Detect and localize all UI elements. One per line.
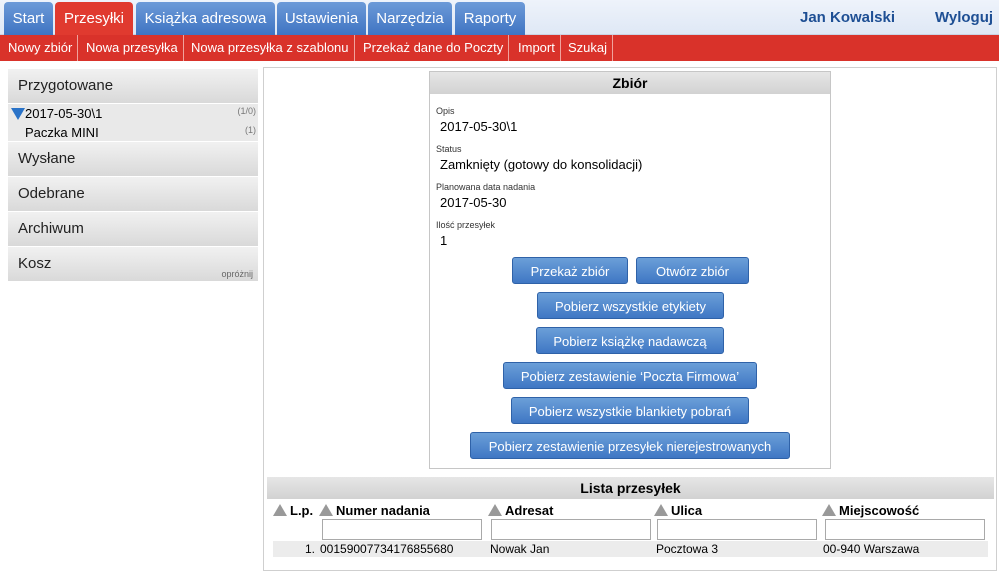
cell-numer[interactable]: 00159007734176855680 — [320, 542, 453, 556]
cell-ulica: Pocztowa 3 — [656, 542, 719, 556]
zbior-panel: Zbiór Opis 2017-05-30\1 Status Zamknięty… — [429, 71, 831, 469]
submenu-nowa-przesylka-z-szablonu[interactable]: Nowa przesyłka z szablonu — [186, 35, 355, 61]
opis-value: 2017-05-30\1 — [440, 119, 518, 134]
tree-item-zbior[interactable]: 2017-05-30\1 (1/0) — [8, 104, 258, 123]
pobierz-zestawienie-pf-button[interactable]: Pobierz zestawienie ‘Poczta Firmowa’ — [503, 362, 757, 389]
tree-item-label: 2017-05-30\1 — [25, 106, 103, 121]
empty-trash-link[interactable]: opróżnij — [221, 269, 253, 279]
sidebar-item-odebrane[interactable]: Odebrane — [8, 177, 258, 212]
pobierz-blankiety-button[interactable]: Pobierz wszystkie blankiety pobrań — [511, 397, 749, 424]
column-header-numer[interactable]: Numer nadania — [319, 503, 430, 518]
otworz-zbior-button[interactable]: Otwórz zbiór — [636, 257, 749, 284]
count-value: 1 — [440, 233, 448, 248]
status-label: Status — [436, 144, 462, 154]
tree-item-count: (1) — [245, 125, 256, 135]
pobierz-nierejestrowane-button[interactable]: Pobierz zestawienie przesyłek nierejestr… — [470, 432, 790, 459]
tree-item-label: Paczka MINI — [25, 125, 99, 140]
tab-narzedzia[interactable]: Narzędzia — [368, 2, 452, 35]
count-label: Ilość przesyłek — [436, 220, 496, 230]
shipment-list: Lista przesyłek L.p. Numer nadania Adres… — [267, 477, 994, 567]
submenu-szukaj[interactable]: Szukaj — [563, 35, 614, 61]
sort-icon[interactable] — [488, 504, 502, 516]
sort-icon[interactable] — [319, 504, 333, 516]
sidebar-item-przygotowane[interactable]: Przygotowane — [8, 69, 258, 104]
column-header-miejscowosc[interactable]: Miejscowość — [822, 503, 919, 518]
tab-raporty[interactable]: Raporty — [455, 2, 525, 35]
user-name[interactable]: Jan Kowalski — [800, 0, 895, 35]
planned-date-label: Planowana data nadania — [436, 182, 536, 192]
sidebar-item-archiwum[interactable]: Archiwum — [8, 212, 258, 247]
tree-item-count: (1/0) — [237, 106, 256, 116]
tab-przesylki[interactable]: Przesyłki — [55, 2, 133, 35]
submenu-import[interactable]: Import — [513, 35, 561, 61]
sub-menu: Nowy zbiór Nowa przesyłka Nowa przesyłka… — [0, 35, 999, 61]
tab-ustawienia[interactable]: Ustawienia — [277, 2, 366, 35]
cell-lp: 1. — [305, 542, 316, 556]
tree-item-paczka[interactable]: Paczka MINI (1) — [8, 123, 258, 142]
column-header-ulica[interactable]: Ulica — [654, 503, 702, 518]
submenu-nowy-zbior[interactable]: Nowy zbiór — [3, 35, 79, 61]
sidebar-item-wyslane[interactable]: Wysłane — [8, 142, 258, 177]
sidebar: Przygotowane 2017-05-30\1 (1/0) Paczka M… — [8, 69, 258, 282]
submenu-przekaz-dane[interactable]: Przekaż dane do Poczty — [358, 35, 510, 61]
top-navigation: Start Przesyłki Książka adresowa Ustawie… — [0, 0, 999, 35]
shipment-list-title: Lista przesyłek — [267, 477, 994, 499]
column-header-lp[interactable]: L.p. — [273, 503, 313, 518]
filter-adresat-input[interactable] — [491, 519, 651, 540]
column-header-adresat[interactable]: Adresat — [488, 503, 553, 518]
cell-adresat: Nowak Jan — [490, 542, 550, 556]
sort-icon[interactable] — [822, 504, 836, 516]
cell-miejscowosc: 00-940 Warszawa — [823, 542, 920, 556]
tab-start[interactable]: Start — [4, 2, 53, 35]
tab-ksiazka-adresowa[interactable]: Książka adresowa — [136, 2, 275, 35]
planned-date-value: 2017-05-30 — [440, 195, 507, 210]
filter-miejscowosc-input[interactable] — [825, 519, 985, 540]
filter-numer-input[interactable] — [322, 519, 482, 540]
status-value: Zamknięty (gotowy do konsolidacji) — [440, 157, 643, 172]
zbior-title: Zbiór — [430, 72, 830, 94]
przekaz-zbior-button[interactable]: Przekaż zbiór — [512, 257, 628, 284]
sort-icon[interactable] — [654, 504, 668, 516]
sort-icon[interactable] — [273, 504, 287, 516]
expand-triangle-icon[interactable] — [11, 108, 25, 120]
sidebar-item-label: Kosz — [18, 255, 52, 272]
logout-link[interactable]: Wyloguj — [935, 0, 993, 35]
submenu-nowa-przesylka[interactable]: Nowa przesyłka — [81, 35, 184, 61]
pobierz-etykiety-button[interactable]: Pobierz wszystkie etykiety — [537, 292, 724, 319]
filter-ulica-input[interactable] — [657, 519, 817, 540]
pobierz-ksiazke-button[interactable]: Pobierz książkę nadawczą — [536, 327, 724, 354]
sidebar-item-kosz[interactable]: Kosz opróżnij — [8, 247, 258, 282]
opis-label: Opis — [436, 106, 455, 116]
